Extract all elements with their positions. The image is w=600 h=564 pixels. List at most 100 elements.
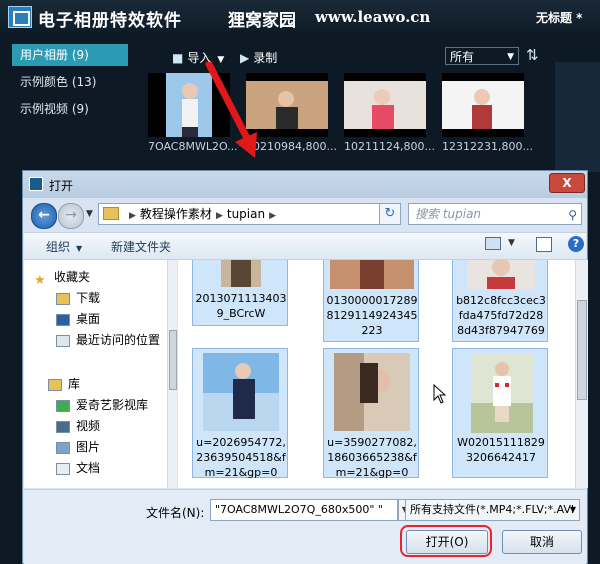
app-brand: 狸窝家园: [228, 11, 296, 31]
file-name-line: b812c8fcc3cec3: [456, 294, 546, 307]
nav-item-videos[interactable]: 视频: [56, 417, 100, 435]
file-list-scrollbar[interactable]: [575, 260, 588, 488]
sort-icon[interactable]: ⇅: [526, 46, 539, 64]
nav-item-iqiyi[interactable]: 爱奇艺影视库: [56, 396, 148, 414]
file-name-line: 2013071113403: [195, 292, 287, 305]
breadcrumb-separator-icon: ▶: [269, 211, 277, 221]
folder-icon: [103, 207, 119, 220]
file-name-line: 3206642417: [466, 451, 536, 464]
filter-select[interactable]: 所有 ▼: [445, 47, 519, 65]
chevron-down-icon[interactable]: ▼: [508, 238, 515, 248]
iqiyi-library-icon: [56, 399, 70, 412]
file-thumbnail: [221, 260, 261, 287]
nav-item-documents[interactable]: 文档: [56, 459, 100, 477]
dialog-title: 打开: [49, 179, 74, 193]
media-thumbnail[interactable]: [442, 73, 524, 137]
new-folder-button[interactable]: 新建文件夹: [111, 238, 171, 255]
nav-item-downloads[interactable]: 下载: [56, 289, 100, 307]
app-logo-icon: [8, 6, 32, 28]
preview-pane-icon[interactable]: [536, 237, 552, 252]
cancel-button[interactable]: 取消: [502, 530, 582, 554]
file-item[interactable]: W02015111829 3206642417: [452, 348, 548, 478]
filename-input[interactable]: "7OAC8MWL2O7Q_680x500" ": [210, 499, 398, 521]
app-icon: [29, 177, 43, 191]
refresh-button[interactable]: ↻: [379, 203, 401, 225]
view-mode-icon[interactable]: [485, 237, 501, 250]
document-library-icon: [56, 462, 70, 475]
breadcrumb-separator-icon: ▶: [215, 211, 223, 221]
media-thumbnail[interactable]: [344, 73, 426, 137]
help-icon[interactable]: ?: [568, 236, 584, 252]
nav-scrollbar-thumb[interactable]: [169, 330, 177, 390]
download-folder-icon: [56, 292, 70, 305]
app-title-bar: 电子相册特效软件 狸窝家园 www.leawo.cn 无标题 *: [0, 0, 600, 34]
search-icon[interactable]: ⚲: [568, 205, 577, 225]
file-name-line: 18603665238&f: [327, 451, 417, 464]
file-item[interactable]: u=2026954772, 23639504518&f m=21&gp=0: [192, 348, 288, 479]
nav-item-favorites[interactable]: ★ 收藏夹: [34, 268, 90, 288]
forward-button[interactable]: →: [58, 203, 84, 229]
file-type-select[interactable]: 所有支持文件(*.MP4;*.FLV;*.AVI ▼: [405, 499, 580, 521]
sidebar-item-sample-colors[interactable]: 示例颜色 (13): [12, 71, 128, 93]
file-name-line: 8129114924345: [326, 309, 418, 322]
breadcrumb-separator-icon: ▶: [129, 211, 136, 221]
organize-label: 组织: [46, 240, 71, 254]
recent-places-icon: [56, 334, 70, 347]
file-name-line: u=2026954772,: [196, 436, 286, 449]
desktop-icon: [56, 313, 70, 326]
album-sidebar: 用户相册 (9) 示例颜色 (13) 示例视频 (9): [12, 44, 128, 174]
document-title: 无标题 *: [536, 11, 583, 25]
nav-item-recent-places[interactable]: 最近访问的位置: [56, 331, 160, 349]
file-list-scrollbar-thumb[interactable]: [577, 300, 587, 400]
chevron-down-icon: ▼: [507, 52, 514, 62]
file-thumbnail: [203, 353, 279, 431]
nav-item-desktop[interactable]: 桌面: [56, 310, 100, 328]
close-button[interactable]: X: [549, 173, 585, 193]
app-url: www.leawo.cn: [315, 8, 431, 26]
red-arrow-annotation: [205, 62, 257, 158]
search-input[interactable]: 搜索 tupian ⚲: [408, 203, 582, 225]
preview-panel: [555, 62, 600, 172]
file-name-line: 8d43f87947769: [457, 324, 545, 337]
organize-menu[interactable]: 组织 ▼: [46, 238, 82, 255]
file-name-line: u=3590277082,: [327, 436, 417, 449]
file-thumbnail: [467, 260, 535, 289]
nav-item-pictures[interactable]: 图片: [56, 438, 100, 456]
search-placeholder: 搜索 tupian: [415, 207, 482, 221]
breadcrumb-item[interactable]: tupian: [227, 207, 265, 221]
file-item[interactable]: 2013071113403 9_BCrcW: [192, 260, 288, 326]
file-name-line: 23639504518&f: [196, 451, 286, 464]
highlight-ring-annotation: [400, 525, 492, 557]
chevron-down-icon: ▼: [76, 244, 83, 253]
address-bar[interactable]: ▶教程操作素材▶tupian▶ ▼: [98, 203, 400, 225]
thumbnail-image: [344, 73, 426, 137]
mouse-cursor-icon: [433, 384, 447, 404]
file-item[interactable]: u=3590277082, 18603665238&f m=21&gp=0: [323, 348, 419, 479]
chevron-down-icon: ▼: [569, 505, 576, 514]
file-thumbnail: [330, 260, 414, 289]
file-thumbnail: [334, 353, 410, 431]
video-library-icon: [56, 420, 70, 433]
breadcrumb-item[interactable]: 教程操作素材: [140, 207, 212, 221]
filename-label: 文件名(N):: [146, 506, 205, 520]
nav-item-libraries[interactable]: 库: [48, 375, 80, 393]
sidebar-item-user-album[interactable]: 用户相册 (9): [12, 44, 128, 66]
dialog-toolbar: 组织 ▼ 新建文件夹 ▼ ?: [24, 232, 586, 260]
thumbnail-image: [442, 73, 524, 137]
star-icon: ★: [34, 272, 46, 288]
sidebar-item-sample-videos[interactable]: 示例视频 (9): [12, 98, 128, 120]
thumbnail-label: 12312231,800...: [442, 140, 532, 153]
file-item[interactable]: 0130000017289 8129114924345 223: [323, 260, 419, 342]
library-icon: [48, 378, 62, 391]
file-item[interactable]: b812c8fcc3cec3 fda475fd72d28 8d43f87947769: [452, 260, 548, 342]
file-name-line: m=21&gp=0: [335, 466, 409, 479]
back-button[interactable]: ←: [31, 203, 57, 229]
dialog-bottom-bar: 文件名(N): "7OAC8MWL2O7Q_680x500" " ▼ 所有支持文…: [24, 489, 586, 564]
app-name: 电子相册特效软件: [38, 11, 182, 31]
file-list: 2013071113403 9_BCrcW 0130000017289 812911…: [178, 260, 575, 488]
file-name-line: m=21&gp=0: [204, 466, 278, 479]
nav-scrollbar[interactable]: [167, 260, 177, 488]
file-name-line: 9_BCrcW: [216, 307, 266, 320]
picture-library-icon: [56, 441, 70, 454]
recent-locations-dropdown[interactable]: ▼: [86, 209, 93, 219]
